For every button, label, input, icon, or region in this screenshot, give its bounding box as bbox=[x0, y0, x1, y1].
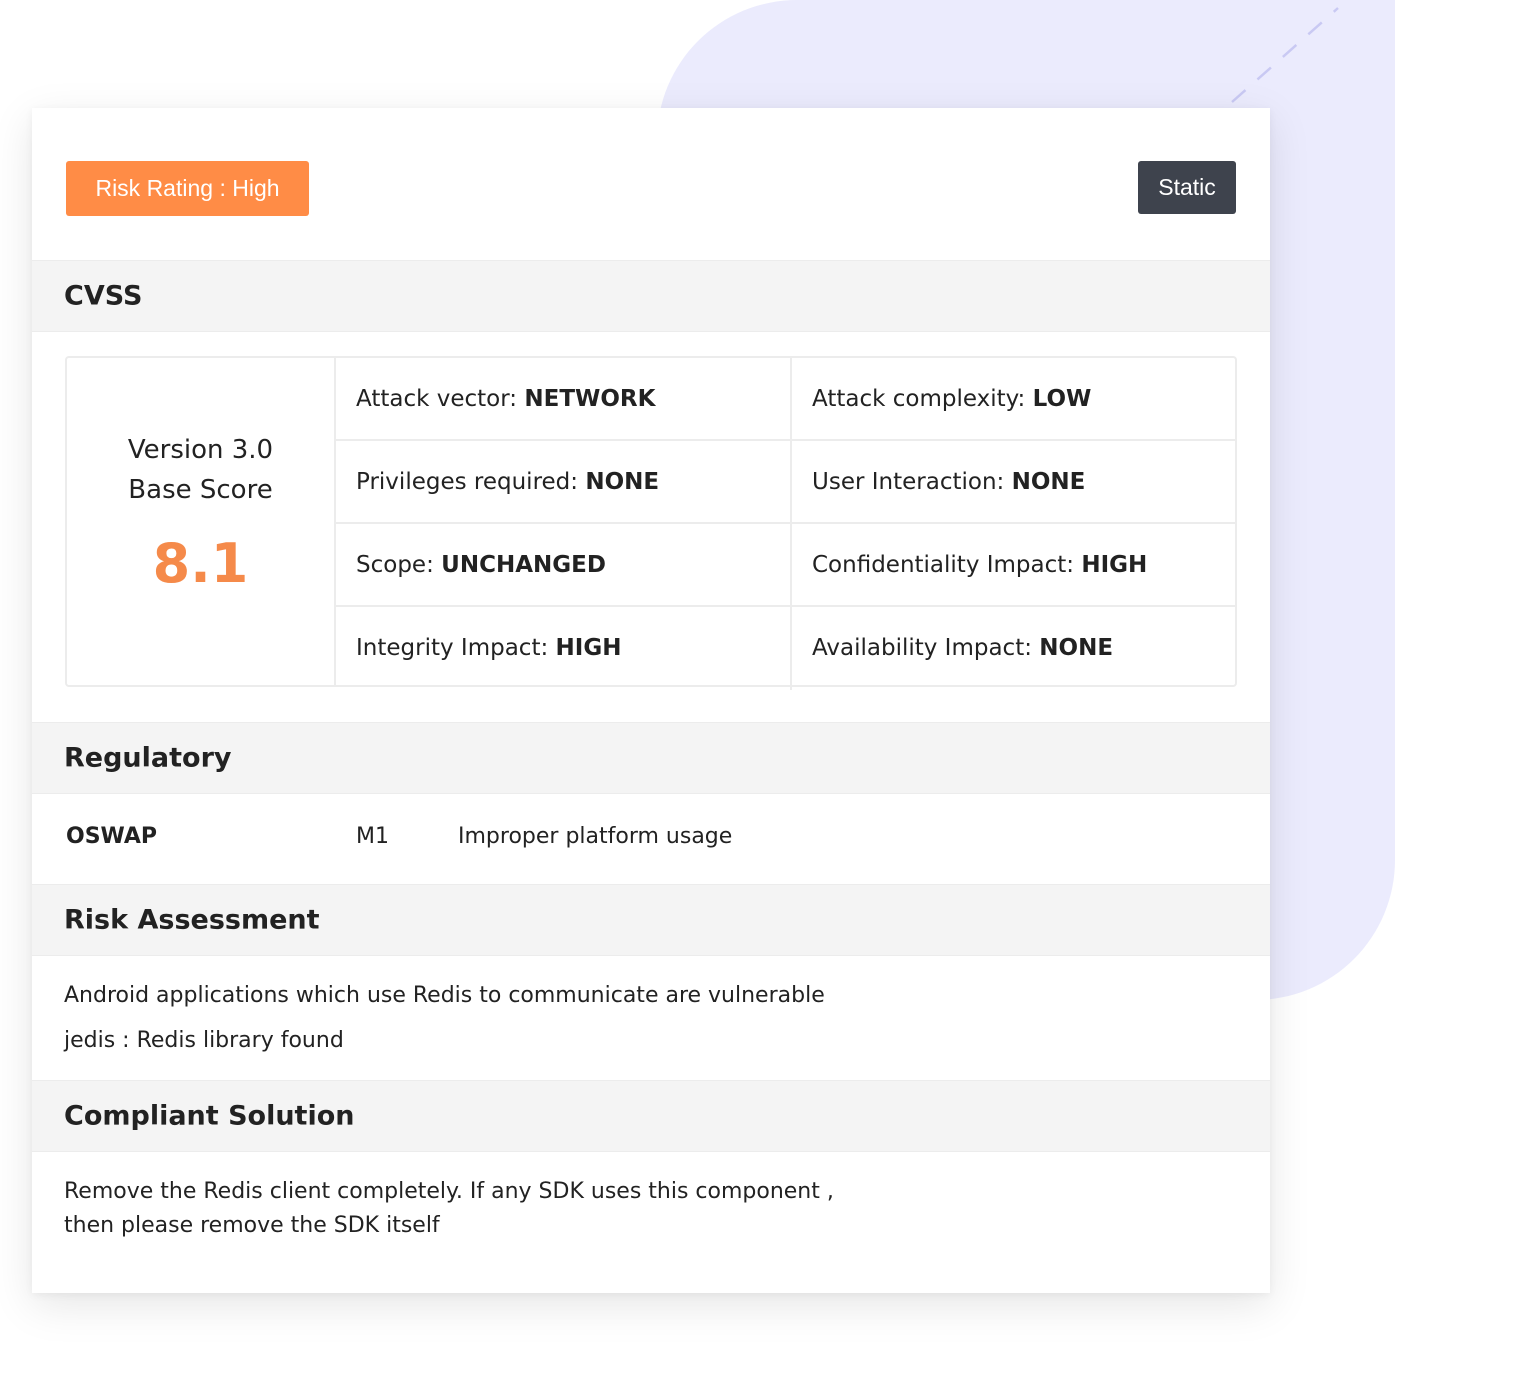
base-score-panel: Version 3.0 Base Score 8.1 bbox=[67, 358, 336, 685]
metric-label: Privileges required: bbox=[356, 469, 586, 495]
metric-integrity-impact: Integrity Impact: HIGH bbox=[336, 607, 792, 690]
metric-value: NONE bbox=[585, 469, 660, 495]
cvss-section-title: CVSS bbox=[64, 280, 143, 312]
metric-confidentiality-impact: Confidentiality Impact: HIGH bbox=[790, 524, 1235, 607]
metric-attack-vector: Attack vector: NETWORK bbox=[336, 358, 792, 441]
risk-assessment-section-header: Risk Assessment bbox=[32, 884, 1270, 956]
compliant-solution-text-line-1: Remove the Redis client completely. If a… bbox=[64, 1179, 834, 1204]
cvss-metrics-grid: Attack vector: NETWORK Attack complexity… bbox=[336, 358, 1235, 690]
metric-scope: Scope: UNCHANGED bbox=[336, 524, 792, 607]
vulnerability-detail-card: Risk Rating : High Static CVSS Version 3… bbox=[32, 108, 1270, 1293]
metric-value: NONE bbox=[1011, 469, 1086, 495]
metric-user-interaction: User Interaction: NONE bbox=[790, 441, 1235, 524]
decorative-dashed-line bbox=[1231, 7, 1339, 103]
metric-privileges-required: Privileges required: NONE bbox=[336, 441, 792, 524]
metric-label: Scope: bbox=[356, 552, 442, 578]
risk-assessment-section-title: Risk Assessment bbox=[64, 904, 320, 936]
metric-label: User Interaction: bbox=[812, 469, 1012, 495]
metric-availability-impact: Availability Impact: NONE bbox=[790, 607, 1235, 690]
metric-value: UNCHANGED bbox=[441, 552, 606, 578]
metric-value: LOW bbox=[1032, 386, 1092, 412]
metric-value: NONE bbox=[1039, 635, 1114, 661]
scan-type-badge: Static bbox=[1138, 161, 1236, 214]
metric-label: Attack complexity: bbox=[812, 386, 1033, 412]
metric-value: HIGH bbox=[555, 635, 622, 661]
metric-attack-complexity: Attack complexity: LOW bbox=[790, 358, 1235, 441]
risk-assessment-text-line-2: jedis : Redis library found bbox=[64, 1028, 344, 1053]
base-score-value: 8.1 bbox=[152, 532, 249, 595]
regulatory-section-header: Regulatory bbox=[32, 722, 1270, 794]
risk-rating-badge: Risk Rating : High bbox=[66, 161, 309, 216]
metric-label: Integrity Impact: bbox=[356, 635, 556, 661]
compliant-solution-section-title: Compliant Solution bbox=[64, 1100, 355, 1132]
card-header: Risk Rating : High Static bbox=[32, 108, 1270, 260]
cvss-version: Version 3.0 bbox=[127, 435, 274, 465]
regulatory-row: OSWAP M1 Improper platform usage bbox=[32, 796, 1270, 884]
metric-label: Confidentiality Impact: bbox=[812, 552, 1082, 578]
metric-value: NETWORK bbox=[524, 386, 656, 412]
regulatory-standard: OSWAP bbox=[66, 824, 157, 849]
metric-value: HIGH bbox=[1081, 552, 1148, 578]
compliant-solution-section-header: Compliant Solution bbox=[32, 1080, 1270, 1152]
cvss-section-header: CVSS bbox=[32, 260, 1270, 332]
regulatory-code: M1 bbox=[356, 824, 389, 849]
cvss-table: Version 3.0 Base Score 8.1 Attack vector… bbox=[65, 356, 1237, 690]
base-score-label: Base Score bbox=[128, 475, 273, 505]
regulatory-section-title: Regulatory bbox=[64, 742, 232, 774]
risk-assessment-text-line-1: Android applications which use Redis to … bbox=[64, 983, 825, 1008]
regulatory-description: Improper platform usage bbox=[458, 824, 733, 849]
metric-label: Availability Impact: bbox=[812, 635, 1040, 661]
compliant-solution-text-line-2: then please remove the SDK itself bbox=[64, 1213, 440, 1238]
metric-label: Attack vector: bbox=[356, 386, 525, 412]
